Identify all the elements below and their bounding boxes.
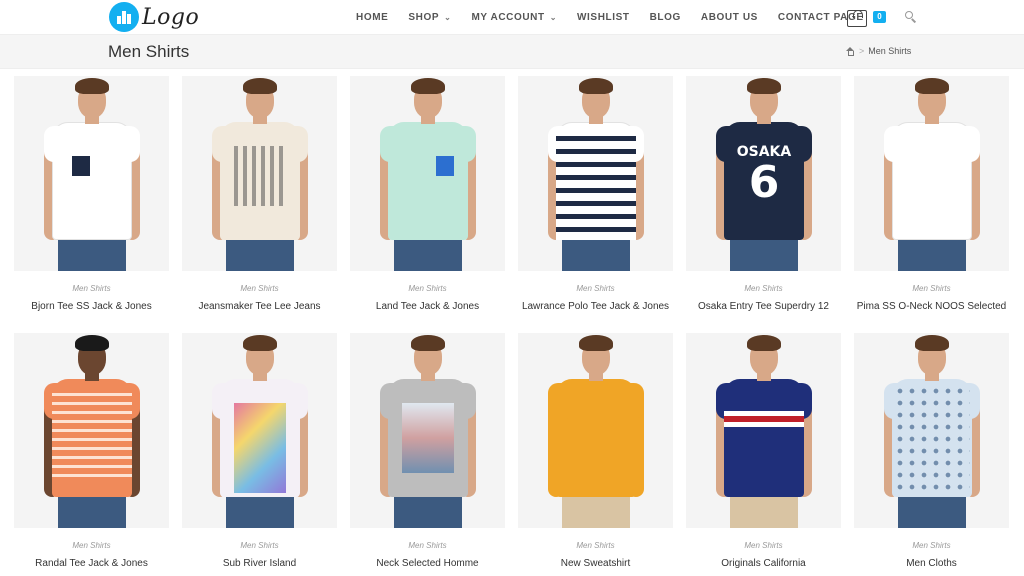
product-image[interactable]: OSAKA 6	[686, 76, 841, 271]
product-category[interactable]: Men Shirts	[686, 284, 841, 293]
page-header-bar: Men Shirts > Men Shirts	[0, 34, 1024, 69]
product-category[interactable]: Men Shirts	[182, 541, 337, 550]
breadcrumb-current: Men Shirts	[868, 46, 912, 56]
product-card[interactable]: Men Shirts Originals California	[686, 333, 841, 569]
product-category[interactable]: Men Shirts	[854, 284, 1009, 293]
product-image[interactable]	[14, 333, 169, 528]
nav-blog[interactable]: BLOG	[650, 12, 681, 23]
product-card[interactable]: Men Shirts Land Tee Jack & Jones	[350, 76, 505, 312]
breadcrumb: > Men Shirts	[846, 46, 911, 56]
product-card[interactable]: Men Shirts Pima SS O-Neck NOOS Selected	[854, 76, 1009, 312]
product-name[interactable]: Jeansmaker Tee Lee Jeans	[182, 301, 337, 312]
logo-text: Logo	[142, 4, 200, 30]
shopping-bag-icon	[847, 10, 867, 27]
logo-chart-icon	[109, 2, 139, 32]
product-image[interactable]	[518, 76, 673, 271]
product-image[interactable]	[854, 76, 1009, 271]
product-name[interactable]: Bjorn Tee SS Jack & Jones	[14, 301, 169, 312]
product-name[interactable]: Osaka Entry Tee Superdry 12	[686, 301, 841, 312]
cart-count-badge: 0	[873, 11, 886, 23]
home-icon[interactable]	[846, 46, 855, 56]
product-card[interactable]: Men Shirts Jeansmaker Tee Lee Jeans	[182, 76, 337, 312]
product-card[interactable]: Men Shirts Sub River Island	[182, 333, 337, 569]
product-card[interactable]: Men Shirts Lawrance Polo Tee Jack & Jones	[518, 76, 673, 312]
site-logo[interactable]: Logo	[109, 1, 199, 33]
chevron-down-icon: ⌄	[549, 12, 558, 22]
product-category[interactable]: Men Shirts	[14, 541, 169, 550]
product-image[interactable]	[518, 333, 673, 528]
product-image[interactable]	[350, 76, 505, 271]
nav-home[interactable]: HOME	[356, 12, 388, 23]
product-name[interactable]: Sub River Island	[182, 558, 337, 569]
product-image[interactable]	[854, 333, 1009, 528]
nav-wishlist[interactable]: WISHLIST	[577, 12, 630, 23]
product-image[interactable]	[182, 76, 337, 271]
breadcrumb-separator: >	[859, 46, 865, 56]
product-card[interactable]: OSAKA 6 Men Shirts Osaka Entry Tee Superdry…	[686, 76, 841, 312]
product-image[interactable]	[350, 333, 505, 528]
product-category[interactable]: Men Shirts	[350, 541, 505, 550]
product-category[interactable]: Men Shirts	[518, 284, 673, 293]
main-nav: HOME SHOP ⌄ MY ACCOUNT ⌄ WISHLIST BLOG ABO…	[346, 0, 874, 34]
product-name[interactable]: Land Tee Jack & Jones	[350, 301, 505, 312]
shirt-print-number: 6	[748, 157, 780, 208]
nav-about-us[interactable]: ABOUT US	[701, 12, 758, 23]
product-name[interactable]: Neck Selected Homme	[350, 558, 505, 569]
product-card[interactable]: Men Shirts Randal Tee Jack & Jones	[14, 333, 169, 569]
nav-my-account[interactable]: MY ACCOUNT ⌄	[471, 12, 557, 23]
product-category[interactable]: Men Shirts	[518, 541, 673, 550]
product-image[interactable]	[182, 333, 337, 528]
product-name[interactable]: New Sweatshirt	[518, 558, 673, 569]
product-category[interactable]: Men Shirts	[14, 284, 169, 293]
nav-shop[interactable]: SHOP ⌄	[408, 12, 451, 23]
product-category[interactable]: Men Shirts	[182, 284, 337, 293]
search-icon[interactable]	[905, 11, 917, 23]
product-name[interactable]: Originals California	[686, 558, 841, 569]
product-name[interactable]: Men Cloths	[854, 558, 1009, 569]
cart-button[interactable]: 0	[847, 6, 887, 28]
product-image[interactable]	[14, 76, 169, 271]
product-card[interactable]: Men Shirts Bjorn Tee SS Jack & Jones	[14, 76, 169, 312]
product-card[interactable]: Men Shirts New Sweatshirt	[518, 333, 673, 569]
page-title: Men Shirts	[108, 42, 190, 61]
product-category[interactable]: Men Shirts	[686, 541, 841, 550]
product-name[interactable]: Randal Tee Jack & Jones	[14, 558, 169, 569]
product-card[interactable]: Men Shirts Neck Selected Homme	[350, 333, 505, 569]
product-image[interactable]	[686, 333, 841, 528]
product-category[interactable]: Men Shirts	[854, 541, 1009, 550]
product-name[interactable]: Pima SS O-Neck NOOS Selected	[854, 301, 1009, 312]
product-card[interactable]: Men Shirts Men Cloths	[854, 333, 1009, 569]
product-name[interactable]: Lawrance Polo Tee Jack & Jones	[518, 301, 673, 312]
product-category[interactable]: Men Shirts	[350, 284, 505, 293]
chevron-down-icon: ⌄	[444, 12, 452, 22]
site-header: Logo HOME SHOP ⌄ MY ACCOUNT ⌄ WISHLIST BLO…	[0, 0, 1024, 34]
